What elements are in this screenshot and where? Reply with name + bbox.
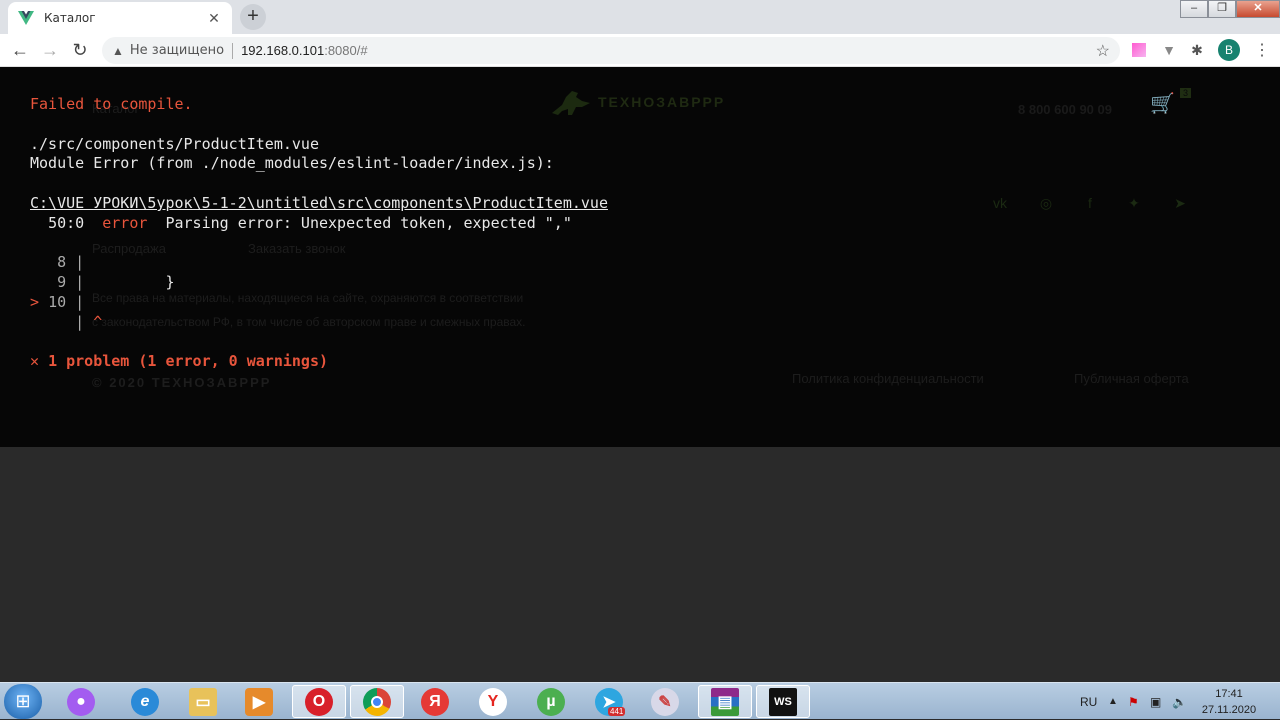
warning-icon[interactable]: ▲ (112, 44, 124, 58)
window-controls: – ❐ ✕ (1180, 0, 1280, 18)
error-position: 50:0 (48, 213, 85, 232)
reload-icon[interactable]: ↻ (70, 40, 90, 60)
taskbar-paint[interactable]: ✎ (638, 685, 692, 718)
language-indicator[interactable]: RU (1080, 683, 1097, 720)
taskbar-media-player[interactable]: ▶ (232, 685, 286, 718)
page-content: Каталог ТЕХНОЗАВРРР 8 800 600 90 09 🛒 3 … (0, 67, 1280, 447)
more-menu-icon[interactable]: ⋮ (1254, 40, 1270, 60)
problem-summary: 1 problem (1 error, 0 warnings) (48, 352, 329, 371)
error-file: ./src/components/ProductItem.vue (30, 134, 319, 153)
cart-icon: 🛒 (1150, 93, 1175, 115)
browser-tab[interactable]: Каталог ✕ (8, 2, 232, 34)
line-number-8: 8 (57, 253, 67, 272)
bookmark-star-icon[interactable]: ☆ (1096, 41, 1110, 61)
clock-time: 17:41 (1215, 688, 1243, 700)
url-host: 192.168.0.101 (241, 43, 325, 58)
instagram-icon: ◎ (1039, 195, 1053, 211)
taskbar-telegram[interactable]: ➤ 441 (582, 685, 636, 718)
taskbar-alice[interactable]: ● (54, 685, 108, 718)
telegram-badge: 441 (608, 707, 626, 716)
extensions-puzzle-icon[interactable]: ✱ (1188, 41, 1206, 59)
taskbar-utorrent[interactable]: µ (524, 685, 578, 718)
folder-icon: ▭ (189, 687, 217, 716)
vue-logo-icon (18, 11, 34, 25)
address-divider (232, 42, 234, 59)
taskbar-ie[interactable]: e (118, 685, 172, 718)
ghost-phone: 8 800 600 90 09 (1018, 102, 1112, 117)
module-error-line: Module Error (from ./node_modules/eslint… (30, 154, 554, 173)
maximize-button[interactable]: ❐ (1208, 0, 1236, 18)
webstorm-icon: WS (769, 687, 797, 716)
tray-flag-icon[interactable]: ⚑ (1128, 683, 1139, 720)
tab-title: Каталог (44, 11, 96, 25)
tray-network-icon[interactable]: ▣ (1150, 683, 1161, 720)
ghost-privacy-link: Политика конфиденциальности (792, 371, 984, 386)
paint-palette-icon: ✎ (651, 687, 679, 716)
back-arrow-icon[interactable]: ← (10, 40, 30, 60)
yandex-icon: Я (421, 687, 449, 716)
twitter-icon: ✦ (1128, 195, 1140, 211)
cart-count-badge: 3 (1180, 88, 1192, 98)
error-overlay: Failed to compile. ./src/components/Prod… (30, 95, 608, 371)
tray-volume-icon[interactable]: 🔈 (1172, 683, 1187, 720)
internet-explorer-icon: e (131, 687, 159, 716)
url-rest: :8080/# (324, 43, 368, 58)
ghost-logo-text: ТЕХНОЗАВРРР (598, 94, 726, 110)
error-cross-icon: ✕ (30, 352, 40, 371)
chrome-icon (363, 687, 391, 716)
line-number-10: 10 (48, 292, 67, 311)
error-path: C:\VUE УРОКИ\5урок\5-1-2\untitled\src\co… (30, 193, 608, 212)
taskbar-opera[interactable]: O (292, 685, 346, 718)
minimize-button[interactable]: – (1180, 0, 1208, 18)
vk-icon: vk (993, 195, 1007, 211)
ghost-offer-link: Публичная оферта (1074, 371, 1189, 386)
winrar-icon: ▤ (711, 687, 739, 716)
telegram-icon: ➤ (1174, 195, 1186, 211)
taskbar-yandex[interactable]: Я (408, 685, 462, 718)
clock-date: 27.11.2020 (1201, 704, 1257, 716)
taskbar-chrome[interactable] (350, 685, 404, 718)
error-title: Failed to compile. (30, 95, 193, 113)
tab-strip: Каталог ✕ + – ❐ ✕ (0, 0, 1280, 34)
profile-avatar[interactable]: B (1218, 39, 1240, 61)
windows-logo-icon: ⊞ (15, 691, 31, 711)
tab-close-icon[interactable]: ✕ (206, 10, 222, 27)
windows-taskbar: ⊞ ● e ▭ ▶ O Я Y µ ➤ 441 ✎ ▤ WS RU ▲ ⚑ ▣ 🔈… (0, 682, 1280, 719)
close-window-button[interactable]: ✕ (1236, 0, 1280, 18)
vue-devtools-icon[interactable]: ▼ (1160, 41, 1178, 59)
taskbar-explorer[interactable]: ▭ (176, 685, 230, 718)
utorrent-icon: µ (537, 687, 565, 716)
yandex-browser-icon: Y (479, 687, 507, 716)
line-9-code: } (165, 273, 175, 292)
gradient-extension-icon[interactable] (1130, 41, 1148, 59)
media-player-icon: ▶ (245, 687, 273, 716)
url-text[interactable]: 192.168.0.101:8080/# (241, 43, 368, 58)
forward-arrow-icon[interactable]: → (40, 40, 60, 60)
ghost-year-brand: © 2020 ТЕХНОЗАВРРР (92, 375, 272, 390)
browser-toolbar: ← → ↻ ▲ Не защищено 192.168.0.101:8080/#… (0, 34, 1280, 67)
opera-icon: O (305, 687, 333, 716)
start-button[interactable]: ⊞ (4, 684, 42, 719)
error-caret: ^ (93, 312, 103, 331)
error-pointer-icon: > (30, 292, 40, 311)
taskbar-webstorm[interactable]: WS (756, 685, 810, 718)
not-secure-label[interactable]: Не защищено (130, 43, 224, 58)
taskbar-winrar[interactable]: ▤ (698, 685, 752, 718)
tray-expand-icon[interactable]: ▲ (1108, 683, 1118, 720)
alice-icon: ● (67, 687, 95, 716)
system-clock[interactable]: 17:41 27.11.2020 (1196, 686, 1262, 718)
line-number-9: 9 (57, 273, 67, 292)
error-severity: error (102, 213, 148, 232)
facebook-icon: f (1088, 195, 1092, 211)
new-tab-button[interactable]: + (240, 4, 266, 30)
error-message: Parsing error: Unexpected token, expecte… (165, 213, 572, 232)
address-bar[interactable]: ▲ Не защищено 192.168.0.101:8080/# ☆ (102, 37, 1120, 64)
taskbar-yandex-browser[interactable]: Y (466, 685, 520, 718)
